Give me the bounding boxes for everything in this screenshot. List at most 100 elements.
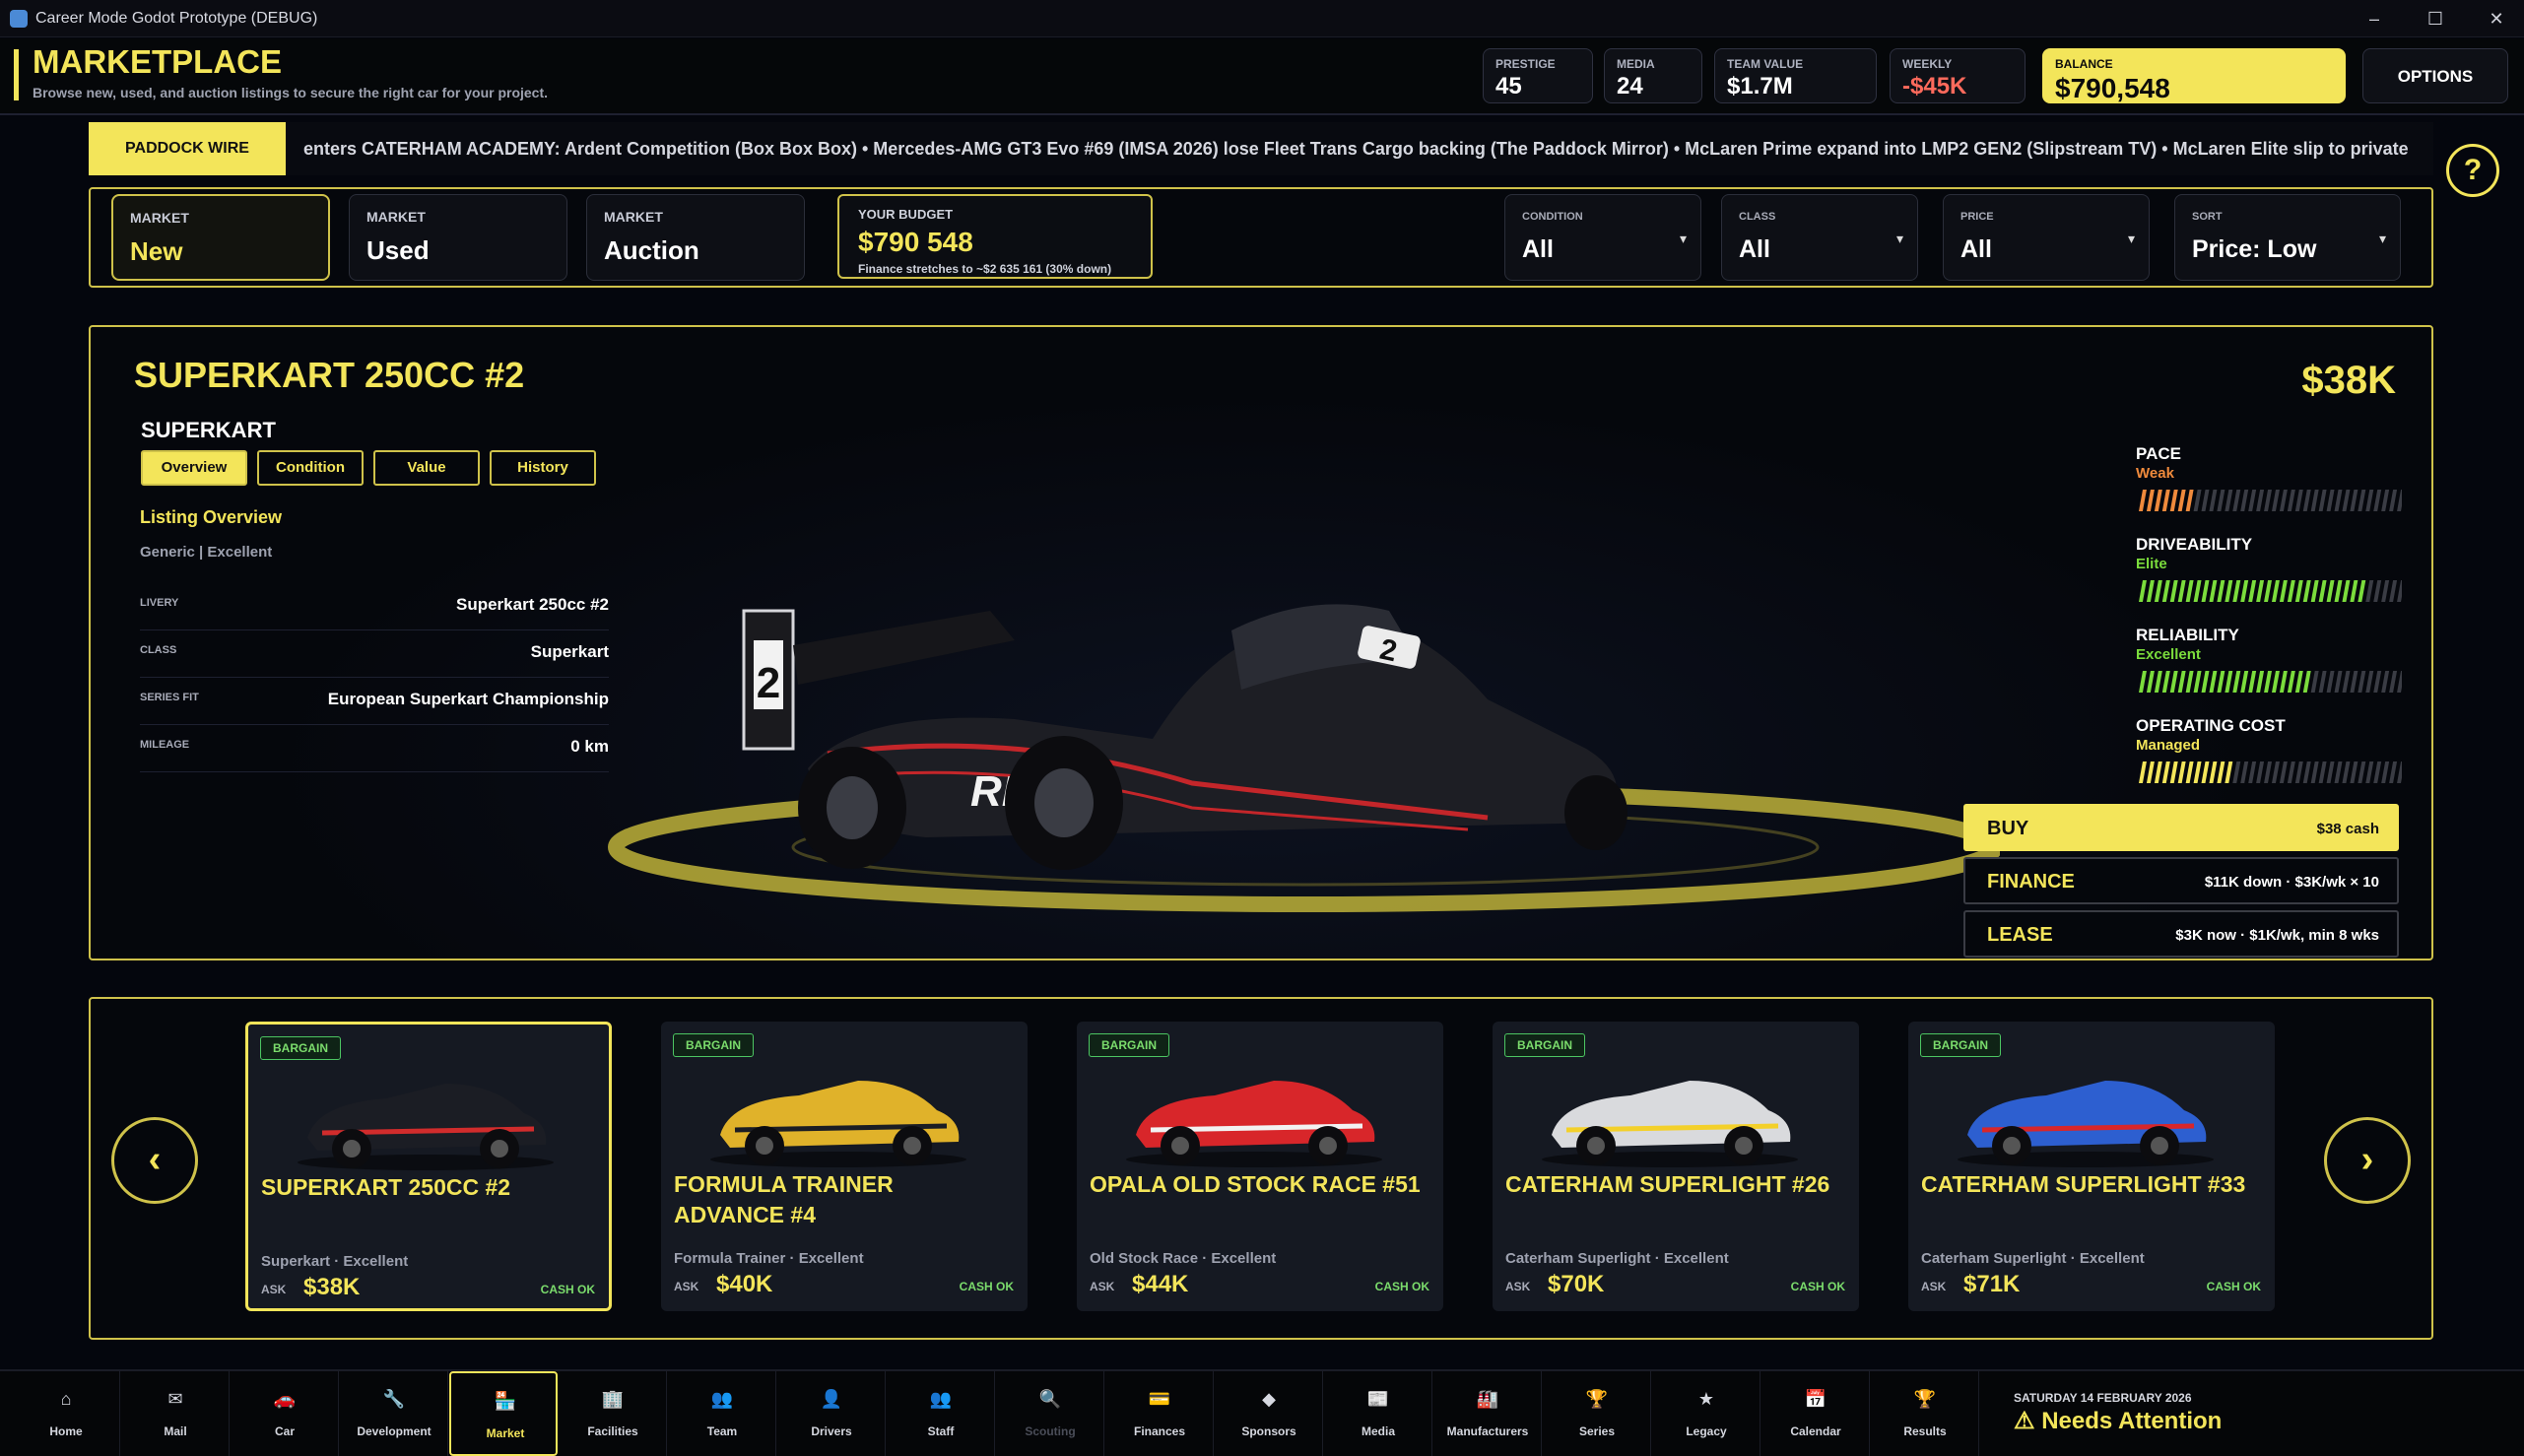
nav-results[interactable]: 🏆 Results [1871,1371,1979,1456]
nav-facilities[interactable]: 🏢 Facilities [559,1371,667,1456]
nav-team[interactable]: 👥 Team [668,1371,776,1456]
nav-home[interactable]: ⌂ Home [12,1371,120,1456]
meter-segment [2334,490,2343,511]
detail-key: LIVERY [140,597,179,609]
nav-staff[interactable]: 👥 Staff [887,1371,995,1456]
meter-segment [2248,671,2257,693]
nav-sponsors[interactable]: ◆ Sponsors [1215,1371,1323,1456]
carousel-next-button[interactable]: › [2324,1117,2411,1204]
meter-segment [2256,761,2265,783]
nav-label: Staff [927,1424,955,1438]
meter-segment [2279,580,2288,602]
nav-development[interactable]: 🔧 Development [340,1371,448,1456]
card-price: $44K [1132,1271,1189,1297]
action-detail: $3K now · $1K/wk, min 8 wks [2175,927,2379,944]
team-icon: 👥 [710,1389,734,1409]
meter-segment [2169,490,2178,511]
nav-label: Market [486,1426,525,1440]
market-tab-auction[interactable]: MARKET Auction [586,194,805,281]
nav-finances[interactable]: 💳 Finances [1105,1371,1214,1456]
chevron-left-icon: ‹ [148,1139,162,1180]
detail-row: SERIES FIT European Superkart Championsh… [140,678,609,725]
title-accent [14,49,19,100]
meter-segment [2287,761,2295,783]
nav-drivers[interactable]: 👤 Drivers [777,1371,886,1456]
detail-row: MILEAGE 0 km [140,725,609,772]
sort-dropdown[interactable]: SORT Price: Low ▾ [2174,194,2401,281]
options-button[interactable]: OPTIONS [2362,48,2508,103]
news-ticker: enters CATERHAM ACADEMY: Ardent Competit… [286,122,2433,175]
help-button[interactable]: ? [2446,144,2499,197]
facilities-icon: 🏢 [601,1389,625,1409]
market-tab-value: Used [366,235,430,265]
nav-mail[interactable]: ✉ Mail [121,1371,230,1456]
meter-segment [2201,671,2210,693]
card-price: $38K [303,1274,361,1300]
nav-calendar[interactable]: 📅 Calendar [1761,1371,1870,1456]
needs-attention-button[interactable]: ⚠ Needs Attention [2014,1407,2222,1435]
meter-segment [2365,580,2374,602]
close-icon[interactable]: ✕ [2477,4,2516,33]
meter-segment [2248,761,2257,783]
listing-card[interactable]: BARGAIN CATERHAM SUPERLIGHT #33 Caterham… [1908,1022,2275,1311]
carousel-prev-button[interactable]: ‹ [111,1117,198,1204]
market-tab-label: MARKET [366,209,426,225]
card-title: OPALA OLD STOCK RACE #51 [1090,1171,1421,1197]
meter-segment [2318,580,2327,602]
condition-dropdown[interactable]: CONDITION All ▾ [1504,194,1701,281]
nav-car[interactable]: 🚗 Car [231,1371,339,1456]
listing-card[interactable]: BARGAIN CATERHAM SUPERLIGHT #26 Caterham… [1493,1022,1859,1311]
listing-card[interactable]: BARGAIN FORMULA TRAINER ADVANCE #4 Formu… [661,1022,1028,1311]
card-meta: Caterham Superlight · Excellent [1921,1250,2145,1267]
calendar-icon: 📅 [1804,1389,1827,1409]
detail-value: Superkart 250cc #2 [456,595,609,614]
meter-segment [2146,671,2155,693]
tab-history[interactable]: History [490,450,596,486]
balance-label: BALANCE [2055,57,2113,71]
meter-segment [2225,490,2233,511]
cash-ok-label: CASH OK [1790,1280,1845,1293]
listing-card[interactable]: BARGAIN OPALA OLD STOCK RACE #51 Old Sto… [1077,1022,1443,1311]
lease-button[interactable]: LEASE $3K now · $1K/wk, min 8 wks [1963,910,2399,958]
tab-overview[interactable]: Overview [141,450,247,486]
minimize-icon[interactable]: – [2355,4,2394,33]
nav-series[interactable]: 🏆 Series [1543,1371,1651,1456]
media-icon: 📰 [1366,1389,1390,1409]
action-detail: $11K down · $3K/wk × 10 [2204,874,2379,891]
series-icon: 🏆 [1585,1389,1609,1409]
tab-value[interactable]: Value [373,450,480,486]
nav-market[interactable]: 🏪 Market [449,1371,558,1456]
market-tab-new[interactable]: MARKET New [111,194,330,281]
class-dropdown[interactable]: CLASS All ▾ [1721,194,1918,281]
maximize-icon[interactable]: ☐ [2416,4,2455,33]
buy-button[interactable]: BUY $38 cash [1963,804,2399,851]
dropdown-label: SORT [2192,211,2223,223]
nav-label: Manufacturers [1446,1424,1529,1438]
price-dropdown[interactable]: PRICE All ▾ [1943,194,2150,281]
market-icon: 🏪 [494,1391,517,1411]
nav-manufacturers[interactable]: 🏭 Manufacturers [1433,1371,1542,1456]
bargain-badge: BARGAIN [673,1033,754,1057]
meter-segment [2217,761,2225,783]
meter-segment [2272,761,2280,783]
budget-note: Finance stretches to ~$2 635 161 (30% do… [858,262,1112,276]
meter-segment [2256,671,2265,693]
finance-button[interactable]: FINANCE $11K down · $3K/wk × 10 [1963,857,2399,904]
meter-segment [2161,490,2170,511]
window-titlebar: Career Mode Godot Prototype (DEBUG) – ☐ … [0,0,2524,37]
meter-segment [2310,580,2319,602]
tab-condition[interactable]: Condition [257,450,364,486]
chevron-down-icon: ▾ [2378,231,2386,246]
nav-scouting[interactable]: 🔍 Scouting [996,1371,1104,1456]
listing-card[interactable]: BARGAIN SUPERKART 250CC #2 Superkart · E… [245,1022,612,1311]
nav-media[interactable]: 📰 Media [1324,1371,1432,1456]
market-tab-used[interactable]: MARKET Used [349,194,567,281]
meter-segment [2342,761,2351,783]
attr-driveability-meter [2139,580,2402,602]
meter-segment [2240,490,2249,511]
meter-segment [2161,671,2170,693]
development-icon: 🔧 [382,1389,406,1409]
nav-legacy[interactable]: ★ Legacy [1652,1371,1760,1456]
listing-class: SUPERKART [141,418,276,442]
action-name: LEASE [1987,924,2053,946]
